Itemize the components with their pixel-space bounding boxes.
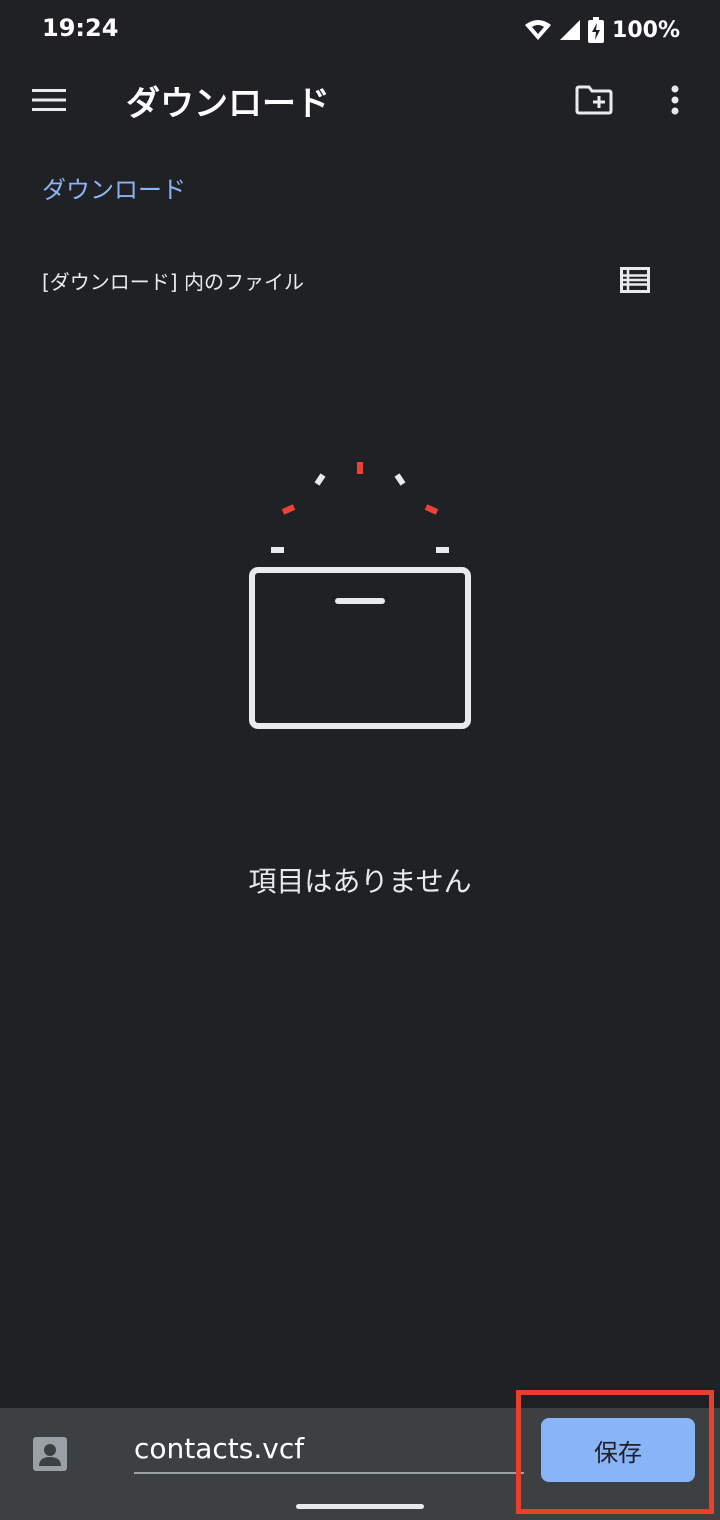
menu-button[interactable] — [21, 72, 77, 128]
new-folder-icon — [575, 85, 613, 115]
save-button[interactable]: 保存 — [541, 1418, 695, 1482]
status-time: 19:24 — [42, 14, 119, 42]
status-bar: 19:24 100% — [0, 0, 720, 60]
section-header: [ダウンロード] 内のファイル — [42, 270, 304, 294]
more-options-button[interactable] — [647, 72, 703, 128]
list-view-icon — [620, 267, 650, 293]
status-icons: 100% — [524, 14, 680, 46]
filename-input[interactable] — [134, 1424, 524, 1474]
empty-state-message: 項目はありません — [248, 865, 472, 898]
battery-percentage: 100% — [612, 17, 680, 43]
page-title: ダウンロード — [126, 84, 330, 124]
wifi-icon — [525, 20, 552, 40]
box-outline — [249, 567, 471, 729]
menu-icon — [32, 89, 66, 111]
breadcrumb[interactable]: ダウンロード — [42, 170, 186, 205]
app-bar: ダウンロード — [0, 60, 720, 140]
contact-icon — [33, 1437, 67, 1471]
new-folder-button[interactable] — [566, 72, 622, 128]
cell-signal-icon — [560, 20, 581, 40]
battery-charging-icon — [588, 17, 605, 43]
view-toggle-button[interactable] — [612, 260, 658, 300]
sparkle-lines — [271, 462, 449, 553]
navigation-gesture-bar[interactable] — [296, 1504, 424, 1509]
more-vert-icon — [671, 85, 679, 115]
empty-box-illustration — [249, 462, 471, 729]
